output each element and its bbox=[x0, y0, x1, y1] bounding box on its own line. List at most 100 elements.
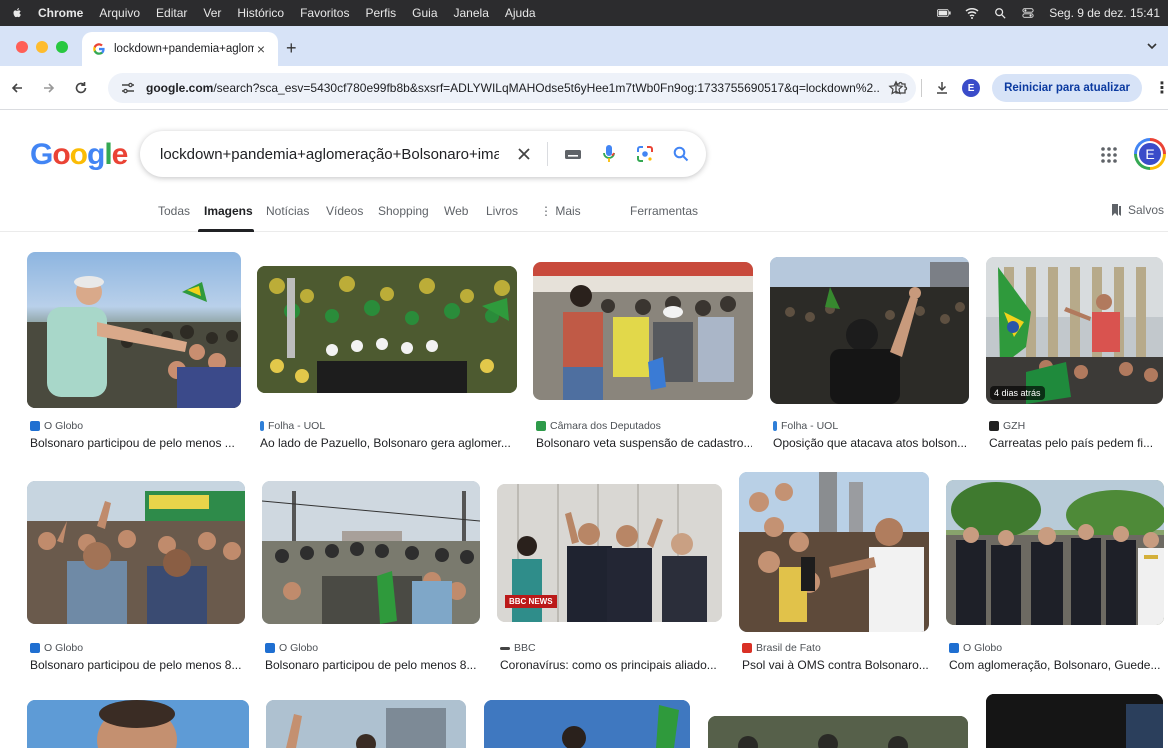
menu-favoritos[interactable]: Favoritos bbox=[300, 6, 349, 20]
image-result-thumb[interactable] bbox=[533, 262, 753, 400]
image-result-thumb[interactable] bbox=[27, 481, 245, 624]
forward-button[interactable] bbox=[34, 73, 64, 103]
image-result-thumb[interactable] bbox=[484, 700, 690, 748]
image-result-thumb[interactable] bbox=[739, 472, 929, 632]
result-source[interactable]: GZH bbox=[989, 420, 1025, 432]
update-chrome-button[interactable]: Reiniciar para atualizar bbox=[992, 74, 1142, 102]
browser-toolbar: google.com/search?sca_esv=5430cf780e99fb… bbox=[0, 66, 1168, 110]
clear-search-icon[interactable] bbox=[513, 143, 535, 165]
active-tab-indicator bbox=[198, 229, 254, 232]
search-box[interactable]: lockdown+pandemia+aglomeração+Bolsonaro+… bbox=[140, 131, 706, 177]
control-center-icon[interactable] bbox=[1021, 7, 1035, 19]
google-logo[interactable]: Google bbox=[30, 138, 128, 172]
image-result-thumb[interactable] bbox=[266, 700, 466, 748]
menu-perfis[interactable]: Perfis bbox=[365, 6, 396, 20]
menu-historico[interactable]: Histórico bbox=[237, 6, 284, 20]
result-caption[interactable]: Bolsonaro participou de pelo menos 8... bbox=[30, 658, 244, 672]
saved-button[interactable]: Salvos bbox=[1110, 203, 1164, 217]
close-tab-icon[interactable]: × bbox=[254, 41, 268, 57]
folha-uol-logo-icon bbox=[773, 421, 777, 431]
new-tab-button[interactable]: + bbox=[286, 38, 297, 59]
wifi-icon[interactable] bbox=[965, 7, 979, 19]
result-caption[interactable]: Psol vai à OMS contra Bolsonaro... bbox=[742, 658, 930, 672]
battery-icon[interactable] bbox=[937, 7, 951, 19]
image-result-thumb[interactable] bbox=[262, 481, 480, 624]
result-caption[interactable]: Bolsonaro veta suspensão de cadastro... bbox=[536, 436, 752, 450]
tab-search-chevron-icon[interactable] bbox=[1146, 40, 1158, 52]
menu-janela[interactable]: Janela bbox=[454, 6, 489, 20]
image-result-thumb[interactable]: BBC NEWS bbox=[497, 484, 722, 622]
search-submit-icon[interactable] bbox=[670, 143, 692, 165]
arrow-right-icon bbox=[44, 82, 55, 93]
extensions-puzzle-icon[interactable] bbox=[893, 80, 909, 96]
tab-web[interactable]: Web bbox=[444, 204, 468, 218]
result-source[interactable]: Brasil de Fato bbox=[742, 642, 821, 654]
reload-button[interactable] bbox=[66, 73, 96, 103]
image-result-thumb[interactable] bbox=[986, 694, 1163, 748]
bbc-news-badge: BBC NEWS bbox=[505, 595, 557, 608]
image-result-thumb[interactable] bbox=[770, 257, 969, 404]
brasil-de-fato-logo-icon bbox=[742, 643, 752, 653]
result-caption[interactable]: Oposição que atacava atos bolson... bbox=[773, 436, 969, 450]
google-apps-grid-icon[interactable] bbox=[1100, 146, 1118, 164]
photo-motorcycle-rally bbox=[262, 481, 480, 624]
tab-livros[interactable]: Livros bbox=[486, 204, 518, 218]
result-caption[interactable]: Bolsonaro participou de pelo menos ... bbox=[30, 436, 244, 450]
tab-videos[interactable]: Vídeos bbox=[326, 204, 363, 218]
image-result-thumb[interactable] bbox=[946, 480, 1164, 625]
image-result-thumb[interactable] bbox=[27, 700, 249, 748]
toolbar-divider bbox=[921, 79, 923, 97]
image-result-thumb[interactable] bbox=[708, 716, 968, 748]
site-settings-icon[interactable] bbox=[120, 80, 136, 96]
tools-button[interactable]: Ferramentas bbox=[630, 204, 698, 218]
close-window-button[interactable] bbox=[16, 41, 28, 53]
image-result-thumb[interactable] bbox=[257, 266, 517, 393]
menu-app-chrome[interactable]: Chrome bbox=[38, 6, 83, 20]
tab-active[interactable]: lockdown+pandemia+aglome × bbox=[82, 32, 278, 66]
source-name: Folha - UOL bbox=[268, 420, 326, 432]
result-source[interactable]: BBC bbox=[500, 642, 536, 654]
search-query[interactable]: lockdown+pandemia+aglomeração+Bolsonaro+… bbox=[160, 146, 499, 163]
tab-shopping[interactable]: Shopping bbox=[378, 204, 429, 218]
image-result-thumb[interactable] bbox=[27, 252, 241, 408]
tab-mais[interactable]: ⋮ Mais bbox=[540, 204, 581, 218]
menu-ajuda[interactable]: Ajuda bbox=[505, 6, 536, 20]
image-result-thumb[interactable]: 4 dias atrás bbox=[986, 257, 1163, 404]
zoom-window-button[interactable] bbox=[56, 41, 68, 53]
tab-imagens[interactable]: Imagens bbox=[204, 204, 253, 218]
download-icon[interactable] bbox=[934, 80, 950, 96]
result-caption[interactable]: Coronavírus: como os principais aliado..… bbox=[500, 658, 720, 672]
result-source[interactable]: Folha - UOL bbox=[260, 420, 325, 432]
result-source[interactable]: O Globo bbox=[949, 642, 1002, 654]
menu-guia[interactable]: Guia bbox=[412, 6, 437, 20]
menu-ver[interactable]: Ver bbox=[203, 6, 221, 20]
photo-flag-rally bbox=[986, 257, 1163, 404]
photo-portrait-partial bbox=[27, 700, 249, 748]
result-source[interactable]: O Globo bbox=[30, 420, 83, 432]
chrome-menu-icon[interactable]: ⋮ bbox=[1154, 78, 1168, 98]
result-source[interactable]: O Globo bbox=[265, 642, 318, 654]
voice-search-mic-icon[interactable] bbox=[598, 143, 620, 165]
profile-avatar-button[interactable]: E bbox=[962, 79, 981, 97]
result-source[interactable]: Câmara dos Deputados bbox=[536, 420, 661, 432]
menubar-clock[interactable]: Seg. 9 de dez. 15:41 bbox=[1049, 6, 1160, 20]
menu-editar[interactable]: Editar bbox=[156, 6, 187, 20]
result-caption[interactable]: Bolsonaro participou de pelo menos 8... bbox=[265, 658, 477, 672]
apple-icon[interactable] bbox=[10, 6, 24, 20]
tab-todas[interactable]: Todas bbox=[158, 204, 190, 218]
minimize-window-button[interactable] bbox=[36, 41, 48, 53]
result-caption[interactable]: Ao lado de Pazuello, Bolsonaro gera aglo… bbox=[260, 436, 514, 450]
keyboard-icon[interactable] bbox=[562, 143, 584, 165]
result-source[interactable]: Folha - UOL bbox=[773, 420, 838, 432]
back-button[interactable] bbox=[2, 73, 32, 103]
google-lens-icon[interactable] bbox=[634, 143, 656, 165]
spotlight-search-icon[interactable] bbox=[993, 7, 1007, 19]
tab-noticias[interactable]: Notícias bbox=[266, 204, 309, 218]
google-account-avatar[interactable]: E bbox=[1134, 138, 1166, 170]
more-vertical-icon: ⋮ bbox=[540, 204, 556, 218]
address-bar[interactable]: google.com/search?sca_esv=5430cf780e99fb… bbox=[108, 73, 916, 103]
result-caption[interactable]: Carreatas pelo país pedem fi... bbox=[989, 436, 1161, 450]
menu-arquivo[interactable]: Arquivo bbox=[99, 6, 140, 20]
result-source[interactable]: O Globo bbox=[30, 642, 83, 654]
result-caption[interactable]: Com aglomeração, Bolsonaro, Guede... bbox=[949, 658, 1163, 672]
